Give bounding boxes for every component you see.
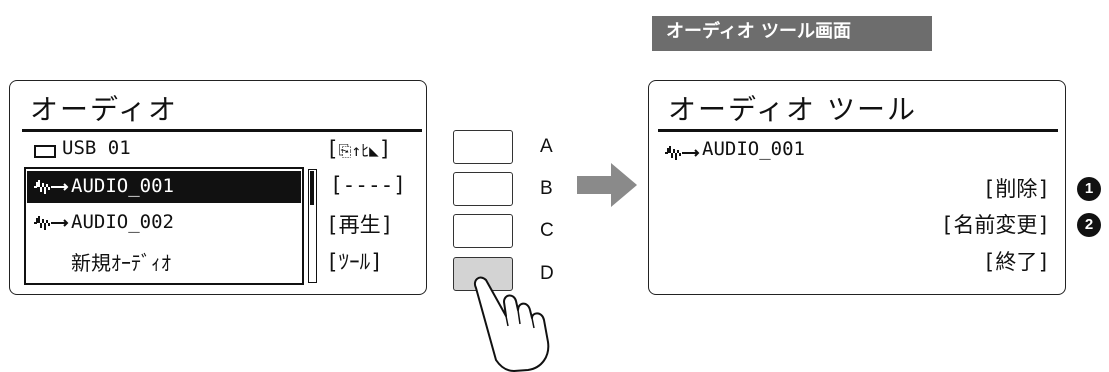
device-label: USB 01 [62,137,131,159]
waveform-icon [34,180,69,194]
callout-marker-1: 1 [1077,177,1101,201]
button-b-label: B [540,178,553,199]
scrollbar[interactable] [308,169,317,283]
file-row[interactable]: AUDIO_002 [27,207,301,239]
selected-file-name: AUDIO_001 [702,138,805,160]
usb-device-icon [34,145,56,158]
arrow-right-icon [577,163,637,207]
softkey-bracket: [ [326,137,339,161]
button-b[interactable] [453,172,513,206]
audio-tool-screen-title: オーディオ ツール [668,93,917,126]
softkey-b-label: [----] [330,173,406,197]
delete-option[interactable]: [削除] [940,173,1050,203]
exit-option[interactable]: [終了] [940,246,1050,276]
button-c[interactable] [453,214,513,248]
softkey-c-label: [再生] [326,213,394,237]
button-c-label: C [540,220,554,241]
file-row-new-audio[interactable]: 新規ｵｰﾃﾞｨｵ [27,243,301,275]
button-a-label: A [540,136,553,157]
file-name: AUDIO_001 [71,175,174,197]
title-divider [658,129,1058,132]
scrollbar-thumb[interactable] [310,171,314,205]
badge-underline [652,48,932,51]
softkey-d-label: [ﾂｰﾙ] [326,250,383,274]
title-divider [22,129,422,132]
file-name: AUDIO_002 [71,211,174,233]
pointing-hand-icon [474,276,550,372]
button-a[interactable] [453,130,513,164]
rename-option[interactable]: [名前変更] [880,209,1050,239]
softkey-a-label: [⎘↑ﾋ◣] [326,137,392,161]
screen-title-badge: オーディオ ツール画面 [652,16,932,48]
waveform-icon [665,146,700,160]
waveform-icon [34,216,69,230]
file-name: 新規ｵｰﾃﾞｨｵ [71,251,171,275]
callout-marker-2: 2 [1077,213,1101,237]
audio-screen-title: オーディオ [30,93,179,126]
file-row-selected[interactable]: AUDIO_001 [27,171,301,203]
folder-up-icon: ⎘↑ﾋ◣ [338,141,379,160]
